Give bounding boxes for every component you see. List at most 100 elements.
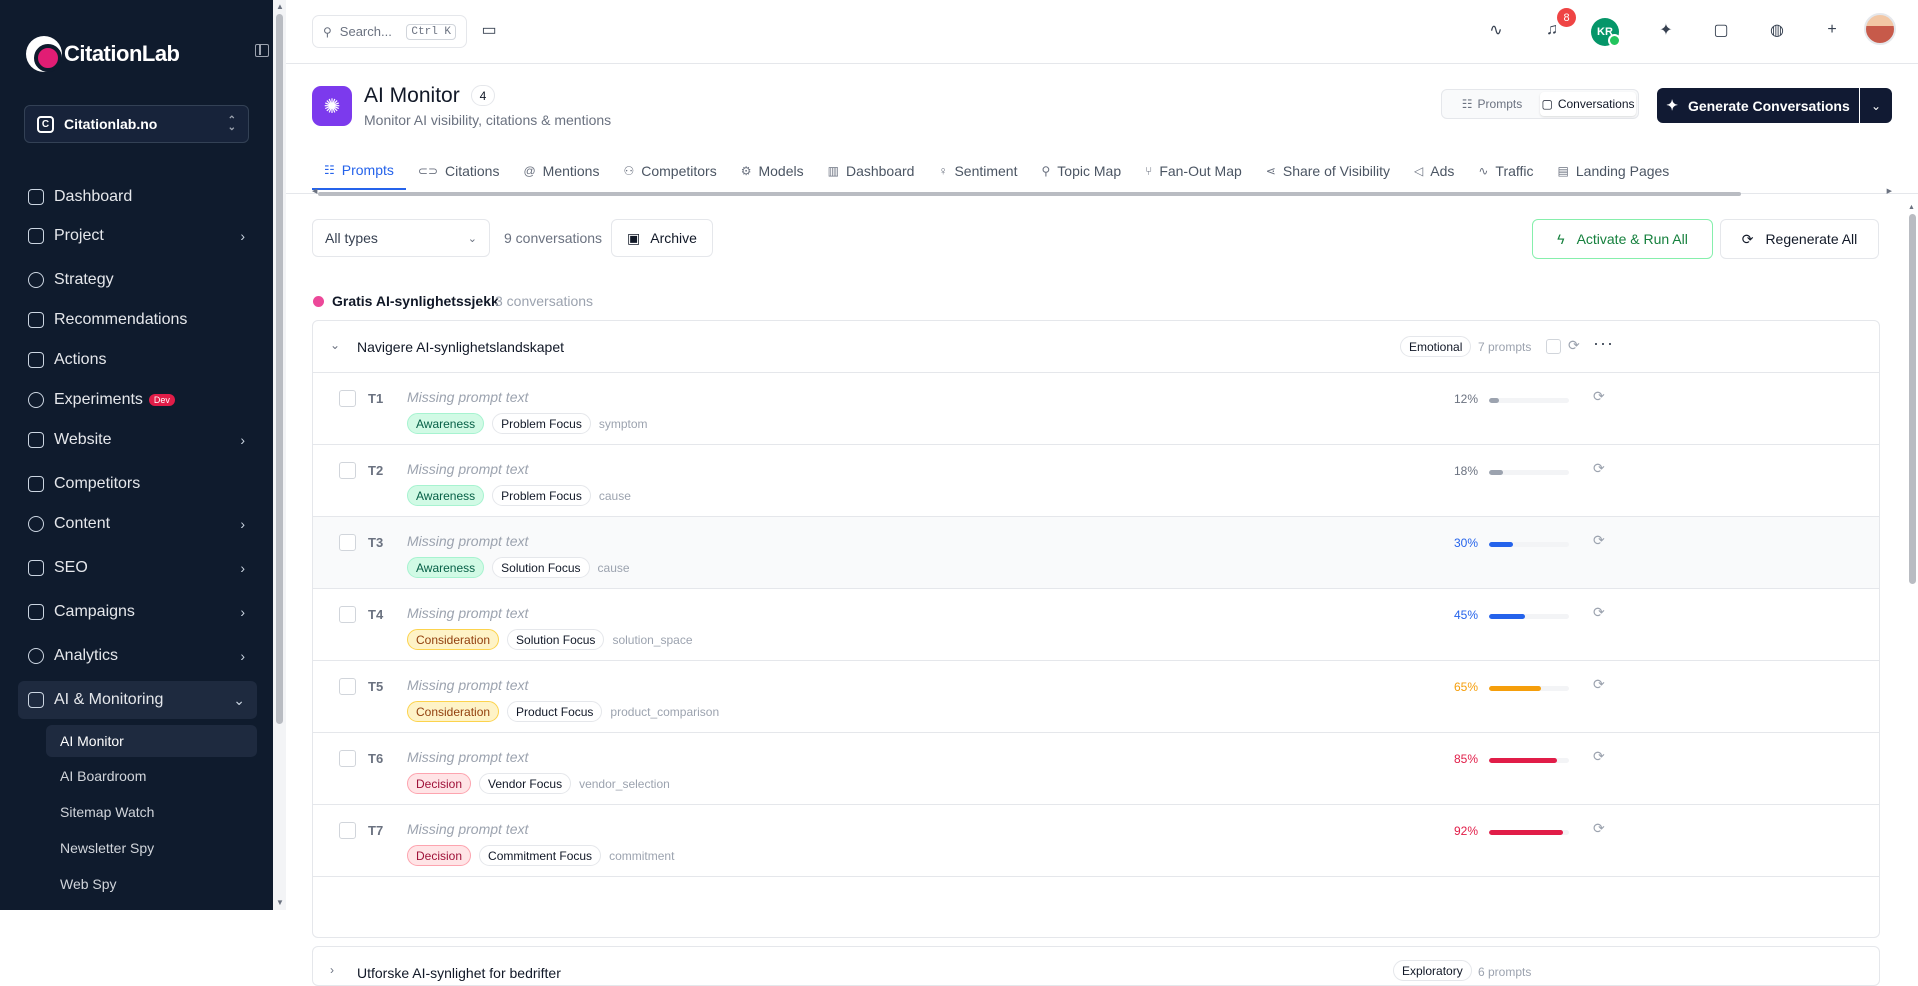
globe-icon[interactable]: ◍ xyxy=(1767,20,1787,40)
main-scroll-thumb[interactable] xyxy=(1909,214,1916,584)
refresh-icon[interactable]: ⟳ xyxy=(1568,337,1580,354)
sidebar-item-ai-monitoring[interactable]: AI & Monitoring ⌄ xyxy=(18,681,257,719)
user-avatar[interactable] xyxy=(1864,13,1896,45)
tab-fan-out-map[interactable]: ⑂ Fan-Out Map xyxy=(1133,152,1254,190)
type-filter-select[interactable]: All types ⌄ xyxy=(312,219,490,257)
archive-button[interactable]: ▣ Archive xyxy=(611,219,713,257)
prompt-row[interactable]: T3 Missing prompt text Awareness Solution F… xyxy=(313,517,1879,589)
project-icon: C xyxy=(37,115,54,133)
row-checkbox[interactable] xyxy=(339,534,356,551)
tab-competitors[interactable]: ⚇ Competitors xyxy=(611,152,728,190)
row-checkbox[interactable] xyxy=(339,678,356,695)
tab-landing-pages[interactable]: ▤ Landing Pages xyxy=(1546,152,1682,190)
view-conversations-button[interactable]: ▢ Conversations xyxy=(1540,92,1636,116)
main-scrollbar[interactable]: ▲ xyxy=(1906,204,1918,910)
scroll-up-arrow-icon[interactable]: ▲ xyxy=(276,2,284,11)
focus-badge: Solution Focus xyxy=(492,557,590,578)
search-input[interactable]: ⚲ Search... Ctrl K xyxy=(312,15,467,48)
sparkles-icon[interactable]: ✦ xyxy=(1656,20,1676,40)
refresh-icon[interactable]: ⟳ xyxy=(1593,460,1605,477)
sidebar-item-dashboard[interactable]: Dashboard xyxy=(18,178,257,216)
sidebar-item-competitors[interactable]: Competitors xyxy=(18,465,257,503)
tab-mentions[interactable]: @ Mentions xyxy=(511,152,611,190)
prompt-row[interactable]: T4 Missing prompt text Consideration Soluti… xyxy=(313,589,1879,661)
sidebar-item-seo[interactable]: SEO › xyxy=(18,549,257,587)
prompt-row[interactable]: T1 Missing prompt text Awareness Problem Fo… xyxy=(313,373,1879,445)
generate-dropdown-button[interactable]: ⌄ xyxy=(1860,88,1892,123)
tab-ads[interactable]: ◁ Ads xyxy=(1402,152,1466,190)
prompt-id: T4 xyxy=(368,607,384,622)
tab-sentiment[interactable]: ♀ Sentiment xyxy=(926,152,1029,190)
plus-icon[interactable]: + xyxy=(1822,20,1842,40)
refresh-icon[interactable]: ⟳ xyxy=(1593,820,1605,837)
refresh-icon[interactable]: ⟳ xyxy=(1593,532,1605,549)
activity-icon[interactable]: ∿ xyxy=(1486,20,1506,40)
tab-topic-map[interactable]: ⚲ Topic Map xyxy=(1030,152,1134,190)
prompt-row[interactable]: T7 Missing prompt text Decision Commitment … xyxy=(313,805,1879,877)
sidebar-item-label: Campaigns xyxy=(54,603,135,620)
tabs-scrollbar[interactable]: ◀ ▶ xyxy=(312,187,1892,198)
regenerate-all-button[interactable]: ⟳ Regenerate All xyxy=(1720,219,1879,259)
prompt-text: Missing prompt text xyxy=(407,461,529,477)
select-all-checkbox[interactable] xyxy=(1546,339,1561,354)
keyword-label: vendor_selection xyxy=(579,776,670,791)
view-prompts-button[interactable]: ☷ Prompts xyxy=(1444,92,1540,116)
chat-icon[interactable]: ▢ xyxy=(1711,20,1731,40)
row-checkbox[interactable] xyxy=(339,750,356,767)
tab-prompts[interactable]: ☷ Prompts xyxy=(312,152,406,190)
tabs-scroll-thumb[interactable] xyxy=(318,192,1741,196)
sidebar-subitem-sitemap-watch[interactable]: Sitemap Watch xyxy=(46,796,257,828)
tab-label: Share of Visibility xyxy=(1282,163,1390,179)
competitors-icon: ⚇ xyxy=(623,164,635,178)
sidebar-item-strategy[interactable]: Strategy xyxy=(18,261,257,299)
prompt-row[interactable]: T2 Missing prompt text Awareness Problem Fo… xyxy=(313,445,1879,517)
scroll-left-arrow-icon[interactable]: ◀ xyxy=(312,187,317,195)
scroll-right-arrow-icon[interactable]: ▶ xyxy=(1887,187,1892,195)
sidebar-item-campaigns[interactable]: Campaigns › xyxy=(18,593,257,631)
scroll-up-arrow-icon[interactable]: ▲ xyxy=(1908,204,1915,211)
project-switcher[interactable]: C Citationlab.no ⌃ ⌄ xyxy=(24,105,249,143)
generate-conversations-button[interactable]: ✦ Generate Conversations xyxy=(1657,88,1859,123)
tab-traffic[interactable]: ∿ Traffic xyxy=(1466,152,1545,190)
prompt-row[interactable]: T5 Missing prompt text Consideration Produc… xyxy=(313,661,1879,733)
conversation-header[interactable]: ⌄ Navigere AI-synlighetslandskapet Emoti… xyxy=(313,321,1879,373)
more-icon[interactable]: ··· xyxy=(1593,333,1614,354)
sidebar-scroll-thumb[interactable] xyxy=(276,14,283,724)
collapse-sidebar-icon[interactable] xyxy=(255,44,269,57)
scroll-down-arrow-icon[interactable]: ▼ xyxy=(276,898,284,907)
sidebar-item-project[interactable]: Project › xyxy=(18,217,257,255)
feedback-icon[interactable]: ▭ xyxy=(479,20,499,40)
sidebar-item-content[interactable]: Content › xyxy=(18,505,257,543)
brand-logo[interactable]: CitationLab xyxy=(26,34,180,74)
stage-badge: Awareness xyxy=(407,413,485,434)
sidebar-item-analytics[interactable]: Analytics › xyxy=(18,637,257,675)
sidebar-subitem-ai-monitor[interactable]: AI Monitor xyxy=(46,725,257,757)
sidebar-item-recommendations[interactable]: Recommendations xyxy=(18,301,257,339)
tab-share-of-visibility[interactable]: ⋖ Share of Visibility xyxy=(1254,152,1402,190)
prompt-id: T2 xyxy=(368,463,384,478)
globe-icon xyxy=(28,432,44,448)
sidebar-item-experiments[interactable]: Experiments Dev xyxy=(18,381,257,419)
chevron-down-icon[interactable]: ⌄ xyxy=(330,338,340,352)
prompt-row[interactable]: T6 Missing prompt text Decision Vendor Focu… xyxy=(313,733,1879,805)
chevron-right-icon[interactable]: › xyxy=(330,963,334,977)
refresh-icon[interactable]: ⟳ xyxy=(1593,604,1605,621)
sidebar-item-actions[interactable]: Actions xyxy=(18,341,257,379)
tab-citations[interactable]: ⊂⊃ Citations xyxy=(406,152,512,190)
row-checkbox[interactable] xyxy=(339,390,356,407)
sidebar-scrollbar[interactable]: ▲ ▼ xyxy=(273,0,286,910)
row-checkbox[interactable] xyxy=(339,462,356,479)
sidebar-subitem-newsletter-spy[interactable]: Newsletter Spy xyxy=(46,832,257,864)
refresh-icon[interactable]: ⟳ xyxy=(1593,748,1605,765)
activate-run-all-button[interactable]: ϟ Activate & Run All xyxy=(1532,219,1713,259)
sidebar-item-website[interactable]: Website › xyxy=(18,421,257,459)
row-checkbox[interactable] xyxy=(339,822,356,839)
sidebar-subitem-web-spy[interactable]: Web Spy xyxy=(46,868,257,900)
tab-dashboard[interactable]: ▥ Dashboard xyxy=(816,152,927,190)
refresh-icon[interactable]: ⟳ xyxy=(1593,676,1605,693)
refresh-icon[interactable]: ⟳ xyxy=(1593,388,1605,405)
tab-models[interactable]: ⚙ Models xyxy=(729,152,816,190)
sidebar-subitem-ai-boardroom[interactable]: AI Boardroom xyxy=(46,760,257,792)
user-initials-avatar[interactable]: KR xyxy=(1591,18,1621,47)
row-checkbox[interactable] xyxy=(339,606,356,623)
